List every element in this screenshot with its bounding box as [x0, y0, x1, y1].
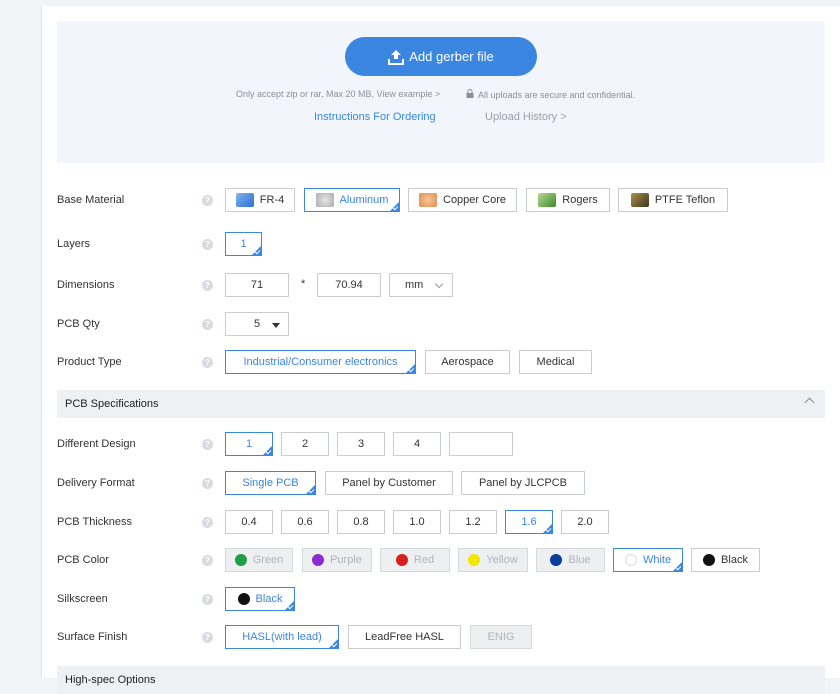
- pcb-specifications-header[interactable]: PCB Specifications: [57, 390, 825, 418]
- help-icon[interactable]: ?: [202, 280, 213, 291]
- secure-note: All uploads are secure and confidential.: [466, 89, 635, 100]
- layers-option-1[interactable]: 1: [225, 232, 262, 256]
- silkscreen-black[interactable]: Black: [225, 587, 295, 611]
- help-icon[interactable]: ?: [202, 439, 213, 450]
- aluminum-icon: [315, 193, 334, 207]
- thickness-1-0[interactable]: 1.0: [393, 510, 441, 534]
- different-design-1[interactable]: 1: [225, 432, 273, 456]
- base-material-ptfe-teflon[interactable]: PTFE Teflon: [618, 188, 728, 212]
- pcb-color-label: PCB Color: [57, 554, 109, 566]
- different-design-custom-input[interactable]: [449, 432, 513, 456]
- caret-down-icon: [272, 323, 280, 328]
- base-material-label: Base Material: [57, 194, 125, 206]
- different-design-3[interactable]: 3: [337, 432, 385, 456]
- upload-history-link[interactable]: Upload History >: [485, 111, 567, 123]
- thickness-1-2[interactable]: 1.2: [449, 510, 497, 534]
- secure-note-text: All uploads are secure and confidential.: [478, 89, 636, 100]
- different-design-2[interactable]: 2: [281, 432, 329, 456]
- surface-enig[interactable]: ENIG: [470, 625, 532, 649]
- surface-leadfree-hasl[interactable]: LeadFree HASL: [348, 625, 461, 649]
- purple-swatch: [312, 554, 325, 566]
- product-type-industrial[interactable]: Industrial/Consumer electronics: [225, 350, 416, 374]
- copper-core-icon: [419, 193, 437, 207]
- help-icon[interactable]: ?: [202, 357, 213, 368]
- base-material-aluminum[interactable]: Aluminum: [304, 188, 400, 212]
- pcb-qty-value: 5: [254, 318, 261, 330]
- add-gerber-button[interactable]: Add gerber file: [345, 37, 537, 76]
- surface-finish-label: Surface Finish: [57, 631, 128, 643]
- unit-select-value: mm: [405, 279, 424, 291]
- lock-icon: [466, 89, 474, 100]
- red-swatch: [395, 554, 408, 566]
- help-icon[interactable]: ?: [202, 517, 213, 528]
- instructions-link[interactable]: Instructions For Ordering: [314, 111, 436, 123]
- delivery-panel-by-jlcpcb[interactable]: Panel by JLCPCB: [461, 471, 585, 495]
- color-green[interactable]: Green: [225, 548, 293, 572]
- color-blue[interactable]: Blue: [536, 548, 605, 572]
- surface-hasl-with-lead[interactable]: HASL(with lead): [225, 625, 339, 649]
- yellow-swatch: [468, 554, 481, 566]
- white-swatch: [624, 554, 637, 566]
- green-swatch: [234, 554, 247, 566]
- delivery-single-pcb[interactable]: Single PCB: [225, 471, 316, 495]
- thickness-0-4[interactable]: 0.4: [225, 510, 273, 534]
- thickness-2-0[interactable]: 2.0: [561, 510, 609, 534]
- delivery-panel-by-customer[interactable]: Panel by Customer: [325, 471, 453, 495]
- help-icon[interactable]: ?: [202, 478, 213, 489]
- rogers-icon: [538, 193, 557, 207]
- color-red[interactable]: Red: [380, 548, 450, 572]
- color-black[interactable]: Black: [691, 548, 760, 572]
- pcb-qty-select[interactable]: 5: [225, 312, 289, 336]
- upload-hint[interactable]: Only accept zip or rar, Max 20 MB, View …: [236, 89, 440, 99]
- pcb-qty-label: PCB Qty: [57, 318, 100, 330]
- dimension-separator: *: [301, 278, 306, 290]
- add-gerber-label: Add gerber file: [409, 49, 494, 64]
- silkscreen-label: Silkscreen: [57, 593, 108, 605]
- thickness-0-6[interactable]: 0.6: [281, 510, 329, 534]
- layers-label: Layers: [57, 238, 91, 250]
- high-spec-options-header[interactable]: High-spec Options: [57, 666, 825, 694]
- dimension-height-input[interactable]: 70.94: [317, 273, 381, 297]
- high-spec-options-title: High-spec Options: [65, 674, 156, 686]
- different-design-label: Different Design: [57, 438, 136, 450]
- blue-swatch: [550, 554, 563, 566]
- upload-icon: [388, 49, 405, 65]
- help-icon[interactable]: ?: [202, 632, 213, 643]
- base-material-fr4[interactable]: FR-4: [225, 188, 295, 212]
- color-purple[interactable]: Purple: [302, 548, 372, 572]
- help-icon[interactable]: ?: [202, 319, 213, 330]
- black-swatch: [703, 554, 716, 566]
- product-type-aerospace[interactable]: Aerospace: [425, 350, 510, 374]
- dimension-width-input[interactable]: 71: [225, 273, 289, 297]
- unit-select[interactable]: mm: [389, 273, 453, 297]
- dimensions-label: Dimensions: [57, 279, 115, 291]
- help-icon[interactable]: ?: [202, 239, 213, 250]
- pcb-specifications-title: PCB Specifications: [65, 398, 159, 410]
- different-design-4[interactable]: 4: [393, 432, 441, 456]
- base-material-rogers[interactable]: Rogers: [526, 188, 610, 212]
- black-swatch: [237, 593, 250, 605]
- chevron-up-icon: [804, 397, 815, 408]
- base-material-copper-core[interactable]: Copper Core: [408, 188, 517, 212]
- thickness-1-6[interactable]: 1.6: [505, 510, 553, 534]
- thickness-0-8[interactable]: 0.8: [337, 510, 385, 534]
- color-white[interactable]: White: [613, 548, 683, 572]
- fr4-icon: [235, 193, 254, 207]
- pcb-thickness-label: PCB Thickness: [57, 516, 132, 528]
- product-type-medical[interactable]: Medical: [519, 350, 592, 374]
- help-icon[interactable]: ?: [202, 195, 213, 206]
- product-type-label: Product Type: [57, 356, 122, 368]
- ptfe-teflon-icon: [630, 193, 649, 207]
- delivery-format-label: Delivery Format: [57, 477, 135, 489]
- chevron-down-icon: [434, 279, 444, 289]
- color-yellow[interactable]: Yellow: [458, 548, 528, 572]
- help-icon[interactable]: ?: [202, 555, 213, 566]
- help-icon[interactable]: ?: [202, 594, 213, 605]
